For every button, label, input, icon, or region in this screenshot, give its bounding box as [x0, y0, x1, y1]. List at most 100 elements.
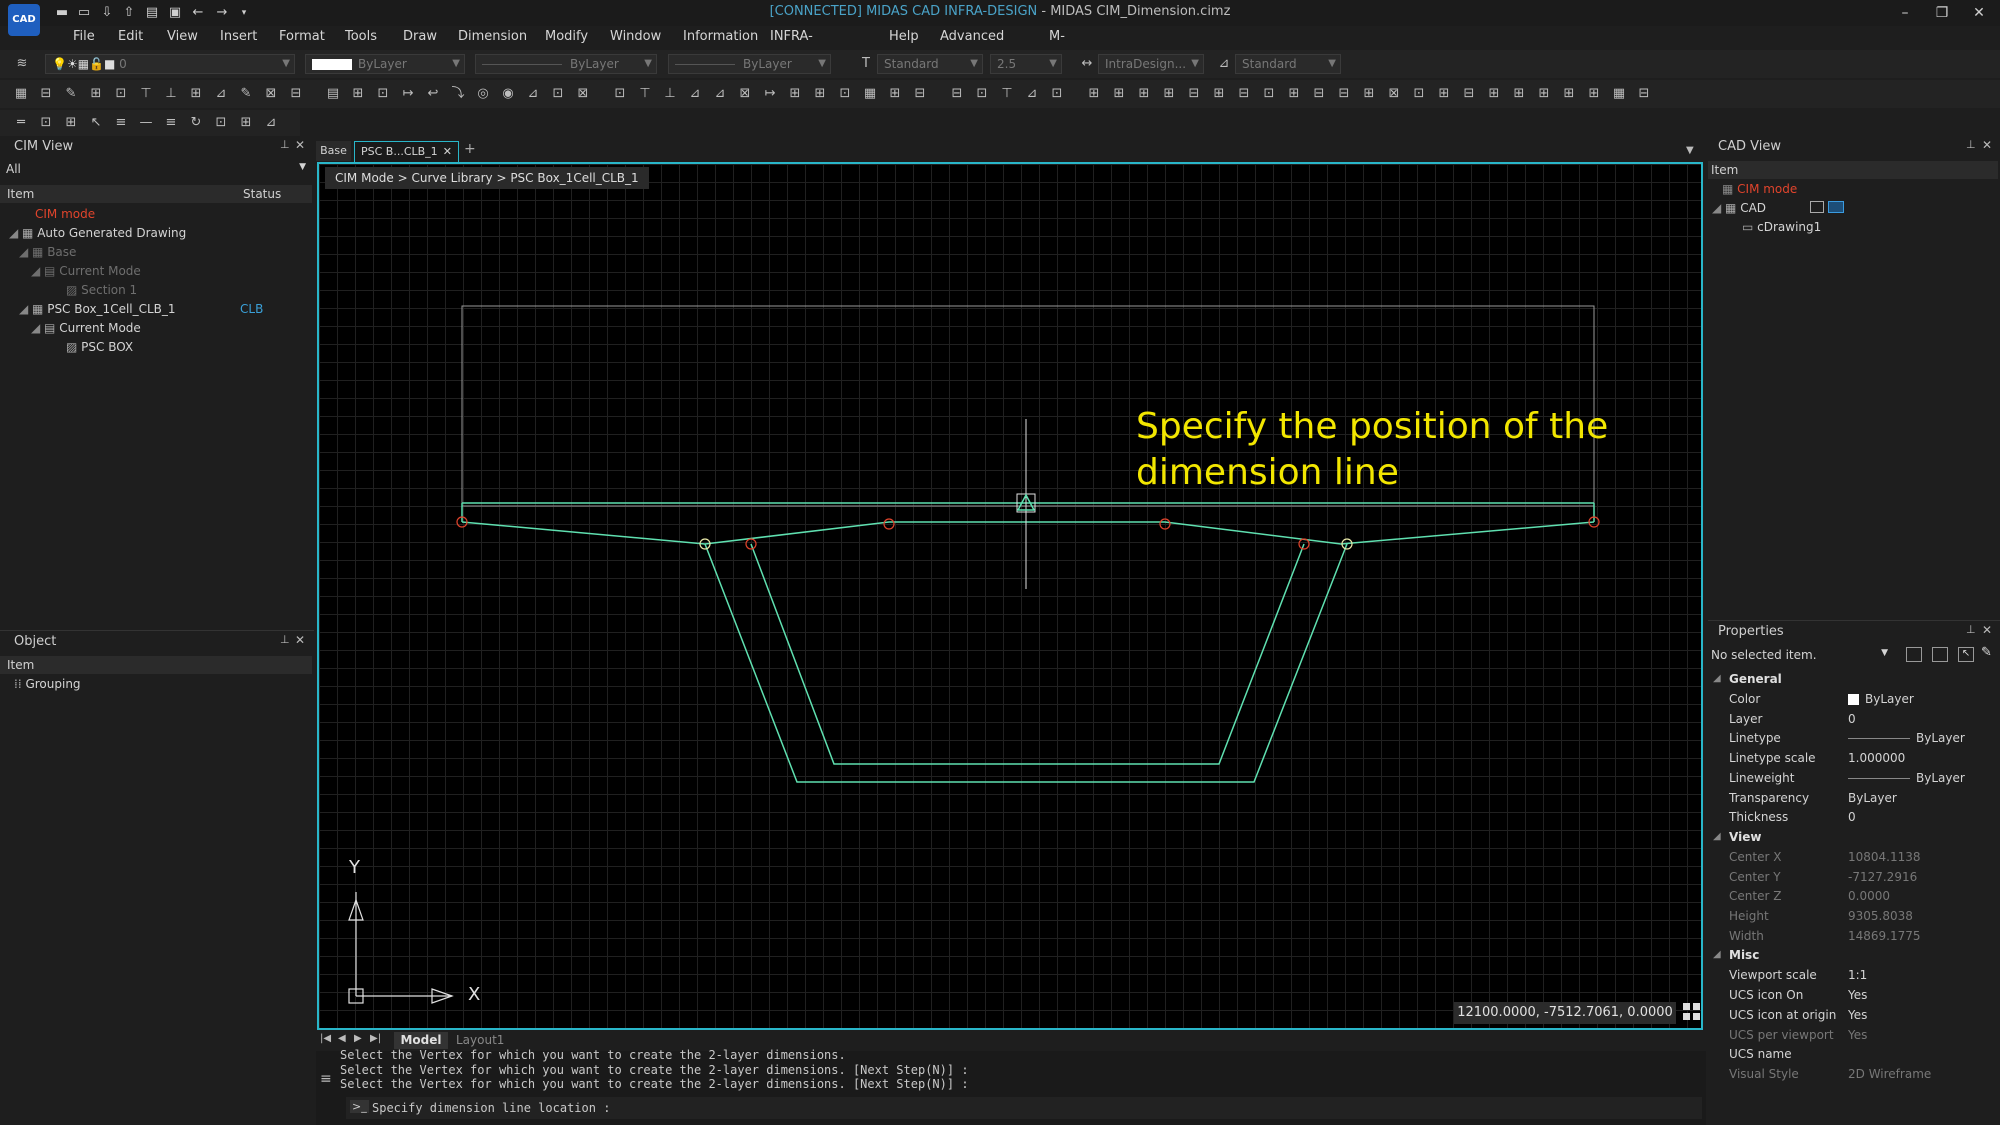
stack-dim-icon[interactable]: ⊞ [886, 85, 904, 103]
menu-modify[interactable]: Modify [545, 26, 588, 48]
draw-tool-icon[interactable]: ≡ [112, 114, 130, 132]
quick-dim-icon[interactable]: ⊞ [1285, 85, 1303, 103]
undo-icon[interactable]: ← [190, 6, 206, 20]
first-layout-icon[interactable]: |◀ [320, 1033, 331, 1044]
space-dim-icon[interactable]: ⊞ [1085, 85, 1103, 103]
menu-format[interactable]: Format [279, 26, 325, 48]
close-panel-icon[interactable]: ✕ [1982, 623, 1992, 637]
linear-dim-icon[interactable]: ⊟ [1460, 85, 1478, 103]
cim-filter-dropdown[interactable]: All ▼ [0, 160, 312, 178]
vertex-marker[interactable] [1159, 518, 1171, 530]
continue-dim-icon[interactable]: ⊟ [1235, 85, 1253, 103]
quick-dim-icon[interactable]: ⊡ [549, 85, 567, 103]
tree-item-current-mode-1[interactable]: ◢ ▤ Current Mode [31, 262, 141, 280]
linear-dim-icon[interactable]: ▦ [12, 85, 30, 103]
property-row[interactable]: Color ByLayer [1708, 689, 1998, 709]
menu-insert[interactable]: Insert [220, 26, 257, 48]
draw-tool-icon[interactable]: — [137, 114, 155, 132]
linear-dim-icon[interactable]: ⊡ [374, 85, 392, 103]
leader-icon[interactable]: ⊟ [948, 85, 966, 103]
linear-dim-icon[interactable]: ⊠ [736, 85, 754, 103]
close-panel-icon[interactable]: ✕ [295, 138, 305, 152]
toggle-pickadd-icon[interactable] [1932, 647, 1948, 662]
add-tab-icon[interactable]: + [464, 141, 476, 157]
tab-psc-box-clb[interactable]: PSC B...CLB_1 ✕ [354, 141, 459, 162]
baseline-dim-icon[interactable]: ⊡ [836, 85, 854, 103]
ordinate-dim-icon[interactable]: ⊟ [1185, 85, 1203, 103]
ordinate-dim-icon[interactable]: ⤵ [449, 85, 467, 103]
object-item-grouping[interactable]: ⁞⁞ Grouping [14, 675, 81, 693]
text-style-icon[interactable]: T [857, 55, 875, 73]
center-mark-icon[interactable]: ⊞ [1360, 85, 1378, 103]
tree-item-psc-box-clb[interactable]: ◢ ▦ PSC Box_1Cell_CLB_1 [19, 300, 176, 318]
quick-dim-icon[interactable]: ⊟ [1635, 85, 1653, 103]
aligned-dim-icon[interactable]: ⊞ [1135, 85, 1153, 103]
tree-item-section-1[interactable]: ▨ Section 1 [66, 281, 137, 299]
baseline-dim-icon[interactable]: ⊞ [1560, 85, 1578, 103]
tab-list-icon[interactable]: ▼ [1686, 145, 1694, 156]
menu-tools[interactable]: Tools [345, 26, 377, 48]
space-dim-icon[interactable]: ⊞ [1435, 85, 1453, 103]
menu-dimension[interactable]: Dimension [458, 26, 527, 48]
property-section-view[interactable]: ◢ View [1708, 827, 1998, 847]
close-tab-icon[interactable]: ✕ [443, 142, 452, 161]
continue-dim-icon[interactable]: ⊤ [137, 85, 155, 103]
center-mark-icon[interactable]: ⊠ [262, 85, 280, 103]
property-row[interactable]: Center Y -7127.2916 [1708, 867, 1998, 887]
property-row[interactable]: UCS icon On Yes [1708, 985, 1998, 1005]
close-panel-icon[interactable]: ✕ [1982, 138, 1992, 152]
select-objects-icon[interactable]: ↖ [1958, 647, 1974, 662]
ordinate-dim-icon[interactable]: ⊞ [87, 85, 105, 103]
tab-layout1[interactable]: Layout1 [456, 1032, 504, 1049]
draw-tool-icon[interactable]: ⊞ [62, 114, 80, 132]
quick-select-icon[interactable] [1906, 647, 1922, 662]
edit-dim-icon[interactable]: ✎ [62, 85, 80, 103]
prev-layout-icon[interactable]: ◀ [338, 1033, 346, 1044]
menu-file[interactable]: File [73, 26, 95, 48]
edit-dim-icon[interactable]: ⊞ [786, 85, 804, 103]
tolerance-icon[interactable]: ✎ [237, 85, 255, 103]
tolerance-icon[interactable]: ⊟ [1335, 85, 1353, 103]
vertex-marker[interactable] [883, 518, 895, 530]
linear-dim-icon[interactable]: ⊞ [1110, 85, 1128, 103]
edit-dim-icon[interactable]: ⊞ [1510, 85, 1528, 103]
property-row[interactable]: Viewport scale 1:1 [1708, 965, 1998, 985]
color-dropdown[interactable]: ByLayer ▼ [305, 54, 465, 74]
tree-item-current-mode-2[interactable]: ◢ ▤ Current Mode [31, 319, 141, 337]
tolerance-icon[interactable]: ⊡ [973, 85, 991, 103]
layer-manager-icon[interactable]: ≋ [13, 55, 31, 73]
pin-icon[interactable]: ⊥ [280, 138, 290, 151]
aligned-dim-icon[interactable]: ↦ [399, 85, 417, 103]
property-row[interactable]: Transparency ByLayer [1708, 788, 1998, 808]
property-row[interactable]: UCS name [1708, 1044, 1998, 1064]
property-section-misc[interactable]: ◢ Misc [1708, 945, 1998, 965]
menu-draw[interactable]: Draw [403, 26, 437, 48]
menu-edit[interactable]: Edit [118, 26, 143, 48]
pin-icon[interactable]: ⊥ [280, 633, 290, 646]
ordinate-dim-icon[interactable]: ⊞ [811, 85, 829, 103]
inspect-dim-icon[interactable]: ⊥ [661, 85, 679, 103]
property-row[interactable]: Height 9305.8038 [1708, 906, 1998, 926]
close-panel-icon[interactable]: ✕ [295, 633, 305, 647]
tab-base[interactable]: Base [316, 141, 351, 161]
match-properties-icon[interactable]: ✎ [1981, 645, 1992, 660]
draw-tool-icon[interactable]: ↖ [87, 114, 105, 132]
center-mark-icon[interactable]: ⊤ [636, 85, 654, 103]
continue-dim-icon[interactable]: ⊞ [1585, 85, 1603, 103]
cad-tree-cdrawing1[interactable]: ▭ cDrawing1 [1742, 218, 1821, 236]
layer-dropdown[interactable]: 💡☀▦🔓■ 0 ▼ [45, 54, 295, 74]
break-dim-icon[interactable]: ⊿ [686, 85, 704, 103]
text-size-dropdown[interactable]: 2.5 ▼ [990, 54, 1062, 74]
table-style-dropdown[interactable]: Standard ▼ [1235, 54, 1341, 74]
leader-icon[interactable]: ⊿ [212, 85, 230, 103]
new-file-icon[interactable]: ▬ [54, 6, 70, 20]
property-row[interactable]: Lineweight ByLayer [1708, 768, 1998, 788]
command-input[interactable]: >_ Specify dimension line location : [346, 1097, 1702, 1119]
aligned-dim-icon[interactable]: ⊟ [37, 85, 55, 103]
stack-dim-icon[interactable]: ⊿ [524, 85, 542, 103]
property-row[interactable]: Visual Style 2D Wireframe [1708, 1064, 1998, 1084]
property-row[interactable]: Linetype ByLayer [1708, 728, 1998, 748]
last-layout-icon[interactable]: ▶| [370, 1033, 381, 1044]
app-logo[interactable]: CAD [8, 4, 40, 36]
menu-help[interactable]: Help [889, 26, 919, 48]
